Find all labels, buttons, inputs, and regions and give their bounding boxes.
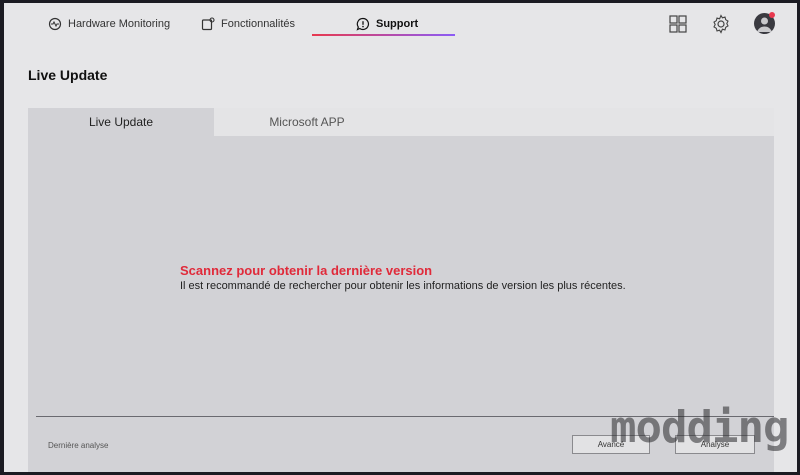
content-tabs: Live Update Microsoft APP [28,108,774,136]
nav-tab-features[interactable]: Fonctionnalités [201,11,295,37]
support-icon [356,17,370,31]
notification-badge [769,12,775,18]
nav-tab-label: Support [376,18,419,30]
gear-icon[interactable] [710,13,732,35]
scan-description: Il est recommandé de rechercher pour obt… [180,280,626,292]
tab-live-update[interactable]: Live Update [28,108,214,136]
top-navigation: Hardware Monitoring Fonctionnalités Supp… [4,3,797,47]
watermark-logo: modding.fr [610,402,797,453]
nav-tab-label: Hardware Monitoring [68,18,171,30]
grid-icon[interactable] [667,13,689,35]
page-title: Live Update [28,67,108,83]
nav-tab-label: Fonctionnalités [221,18,295,30]
tab-microsoft-app[interactable]: Microsoft APP [214,108,400,136]
active-tab-indicator [312,34,455,36]
nav-tab-hardware-monitoring[interactable]: Hardware Monitoring [48,11,170,37]
app-window: Hardware Monitoring Fonctionnalités Supp… [4,3,797,472]
last-scan-label: Dernière analyse [48,441,109,450]
features-icon [201,17,215,31]
hardware-monitoring-icon [48,17,62,31]
scan-title: Scannez pour obtenir la dernière version [180,263,433,278]
